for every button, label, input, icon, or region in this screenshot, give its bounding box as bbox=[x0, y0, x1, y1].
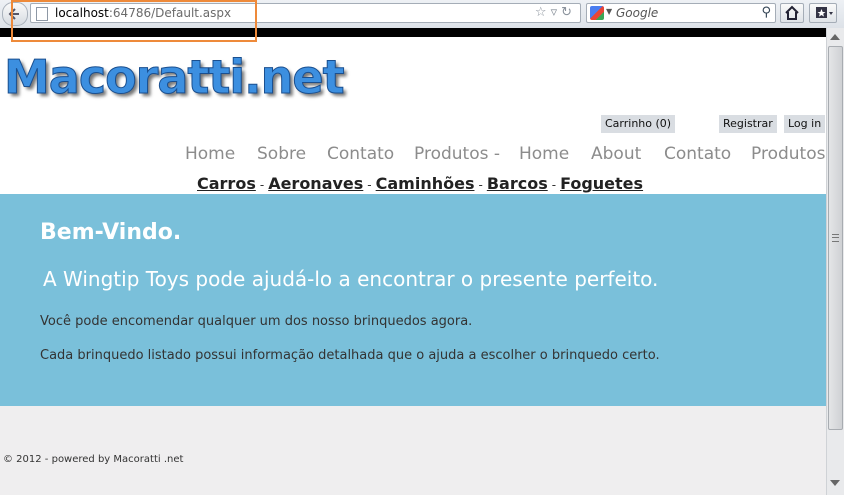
category-link-caminhoes[interactable]: Caminhões bbox=[376, 174, 475, 193]
category-link-aeronaves[interactable]: Aeronaves bbox=[268, 174, 363, 193]
scrollbar-thumb[interactable] bbox=[828, 46, 843, 430]
bookmark-star-icon[interactable]: ☆ bbox=[535, 5, 551, 20]
search-bar[interactable]: ▼ Google ⚲ bbox=[586, 3, 776, 23]
bookmarks-icon bbox=[816, 7, 833, 18]
back-button[interactable] bbox=[2, 2, 28, 26]
search-icon[interactable]: ⚲ bbox=[761, 5, 771, 20]
url-bar-icons: ☆▿↻ bbox=[535, 5, 576, 20]
intro-paragraph-1: Você pode encomendar qualquer um dos nos… bbox=[40, 314, 473, 329]
category-separator: - bbox=[478, 178, 483, 192]
page-top-strip bbox=[0, 28, 826, 37]
category-menu: Carros - Aeronaves - Caminhões - Barcos - Foguet… bbox=[197, 174, 643, 193]
vertical-scrollbar[interactable] bbox=[826, 28, 844, 495]
nav-item-about[interactable]: About bbox=[591, 144, 641, 164]
nav-item-produtos-2[interactable]: Produtos bbox=[751, 144, 825, 164]
nav-item-home[interactable]: Home bbox=[185, 144, 235, 164]
page-icon bbox=[36, 7, 48, 21]
bookmarks-button[interactable] bbox=[809, 3, 837, 23]
category-separator: - bbox=[259, 178, 265, 192]
category-link-carros[interactable]: Carros bbox=[197, 174, 256, 193]
nav-item-sobre[interactable]: Sobre bbox=[257, 144, 306, 164]
nav-item-contato[interactable]: Contato bbox=[327, 144, 394, 164]
scroll-up-icon[interactable] bbox=[830, 34, 840, 40]
login-link[interactable]: Log in bbox=[784, 115, 826, 133]
scroll-down-icon[interactable] bbox=[830, 480, 840, 486]
welcome-title: Bem-Vindo. bbox=[40, 220, 182, 245]
nav-item-contato-2[interactable]: Contato bbox=[664, 144, 731, 164]
intro-paragraph-2: Cada brinquedo listado possui informação… bbox=[40, 348, 660, 363]
grip-icon bbox=[832, 234, 839, 242]
category-link-barcos[interactable]: Barcos bbox=[487, 174, 548, 193]
category-link-foguetes[interactable]: Foguetes bbox=[560, 174, 643, 193]
home-button[interactable] bbox=[780, 3, 804, 23]
url-text: localhost:64786/Default.aspx bbox=[55, 6, 232, 20]
category-separator: - bbox=[367, 178, 372, 192]
site-logo[interactable]: Macoratti.net bbox=[4, 50, 346, 105]
dropdown-icon[interactable]: ▿ bbox=[551, 5, 562, 20]
caret-down-icon[interactable]: ▼ bbox=[606, 7, 612, 16]
search-placeholder: Google bbox=[616, 6, 659, 20]
footer-text: © 2012 - powered by Macoratti .net bbox=[3, 454, 184, 465]
cart-link[interactable]: Carrinho (0) bbox=[601, 115, 676, 133]
content-area bbox=[0, 406, 826, 495]
featured-section: Bem-Vindo. A Wingtip Toys pode ajudá-lo … bbox=[0, 194, 826, 406]
browser-toolbar: localhost:64786/Default.aspx ☆▿↻ ▼ Googl… bbox=[0, 0, 844, 29]
search-engine-icon[interactable] bbox=[590, 6, 604, 20]
home-icon bbox=[785, 5, 799, 20]
nav-item-produtos[interactable]: Produtos - bbox=[414, 144, 500, 164]
back-arrow-icon bbox=[8, 8, 19, 20]
category-separator: - bbox=[551, 178, 557, 192]
welcome-subtitle: A Wingtip Toys pode ajudá-lo a encontrar… bbox=[43, 267, 659, 291]
address-bar[interactable]: localhost:64786/Default.aspx ☆▿↻ bbox=[30, 3, 581, 23]
nav-item-home-2[interactable]: Home bbox=[519, 144, 569, 164]
register-link[interactable]: Registrar bbox=[719, 115, 777, 133]
reload-icon[interactable]: ↻ bbox=[561, 5, 576, 20]
